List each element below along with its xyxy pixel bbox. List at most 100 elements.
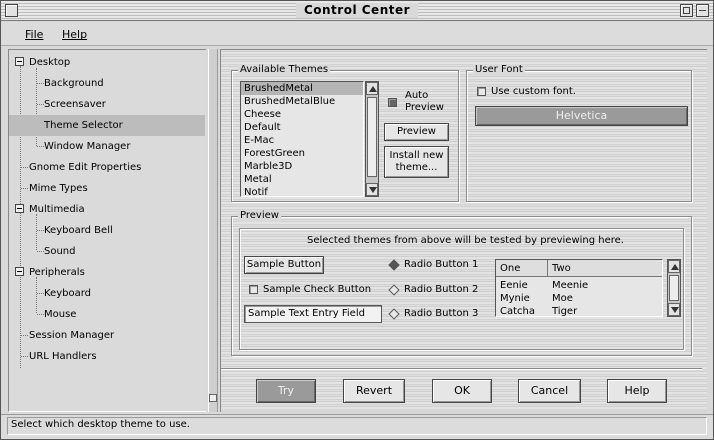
tree-item-mouse[interactable]: Mouse xyxy=(44,304,76,325)
sample-button[interactable]: Sample Button xyxy=(244,256,324,274)
table-cell: Moe xyxy=(552,293,573,304)
tree-connector xyxy=(21,356,28,357)
frame-label: User Font xyxy=(473,64,525,76)
sample-text-entry[interactable]: Sample Text Entry Field xyxy=(244,305,382,323)
tree-connector xyxy=(20,66,21,368)
try-button[interactable]: Try xyxy=(256,379,316,403)
scroll-down-icon[interactable] xyxy=(668,303,680,316)
tree-connector xyxy=(37,314,44,315)
cancel-button[interactable]: Cancel xyxy=(518,379,581,403)
tree-item-sound[interactable]: Sound xyxy=(44,241,76,262)
tree-connector xyxy=(21,188,28,189)
custom-font-checkbox[interactable] xyxy=(477,87,486,96)
tree-item-window-manager[interactable]: Window Manager xyxy=(44,136,130,157)
collapse-icon[interactable] xyxy=(15,57,24,66)
tree-connector xyxy=(37,104,44,105)
tree-item-label: Theme Selector xyxy=(44,120,123,131)
tree-item-peripherals[interactable]: Peripherals xyxy=(29,262,85,283)
menu-file[interactable]: File xyxy=(25,28,43,41)
list-item[interactable]: Marble3D xyxy=(241,160,363,173)
list-item[interactable]: E-Mac xyxy=(241,134,363,147)
tree-connector xyxy=(37,251,44,252)
font-picker-button[interactable]: Helvetica xyxy=(475,106,688,126)
list-item[interactable]: BrushedMetalBlue xyxy=(241,95,363,108)
control-center-window: Control Center File Help Desktop Backgro… xyxy=(0,0,714,440)
scroll-thumb[interactable] xyxy=(669,275,679,301)
column-header[interactable]: One xyxy=(496,260,548,277)
column-header[interactable]: Two xyxy=(548,260,662,277)
radio-3-label: Radio Button 3 xyxy=(404,308,479,319)
auto-preview-checkbox[interactable] xyxy=(388,98,397,107)
menu-bar: File Help xyxy=(1,22,713,46)
table-scrollbar[interactable] xyxy=(667,259,681,317)
tree-connector xyxy=(37,146,44,147)
sample-checkbox[interactable] xyxy=(249,285,258,294)
auto-preview-label-2: Preview xyxy=(405,102,444,113)
window-title: Control Center xyxy=(295,3,419,18)
theme-list-scrollbar[interactable] xyxy=(365,81,379,197)
status-bar: Select which desktop theme to use. xyxy=(1,414,713,439)
menu-help[interactable]: Help xyxy=(62,28,87,41)
tree-item-multimedia[interactable]: Multimedia xyxy=(29,199,85,220)
collapse-icon[interactable] xyxy=(15,267,24,276)
status-text: Select which desktop theme to use. xyxy=(11,419,190,430)
frame-label: Preview xyxy=(238,210,281,222)
table-cell: Eenie xyxy=(500,280,528,291)
tree-connector xyxy=(21,335,28,336)
shade-icon[interactable] xyxy=(696,4,709,17)
collapse-icon[interactable] xyxy=(15,204,24,213)
scroll-up-icon[interactable] xyxy=(366,82,378,95)
radio-2-label: Radio Button 2 xyxy=(404,284,479,295)
tree-item-desktop[interactable]: Desktop xyxy=(29,52,70,73)
tree-item-gnome-edit[interactable]: Gnome Edit Properties xyxy=(29,157,141,178)
frame-label: Available Themes xyxy=(238,64,331,76)
close-icon[interactable] xyxy=(5,4,18,17)
list-item[interactable]: Metal xyxy=(241,173,363,186)
tree-item-screensaver[interactable]: Screensaver xyxy=(44,94,106,115)
table-cell: Catcha xyxy=(500,306,535,317)
radio-1-label: Radio Button 1 xyxy=(404,259,479,270)
preview-button[interactable]: Preview xyxy=(384,123,449,141)
auto-preview-label: Auto xyxy=(405,90,429,101)
list-item[interactable]: Default xyxy=(241,121,363,134)
install-button-line2: theme... xyxy=(395,162,438,173)
list-item[interactable]: ForestGreen xyxy=(241,147,363,160)
scroll-thumb[interactable] xyxy=(367,97,377,177)
tree-connector xyxy=(37,83,44,84)
separator xyxy=(221,368,702,369)
tree-item-background[interactable]: Background xyxy=(44,73,104,94)
tree-item-session-manager[interactable]: Session Manager xyxy=(29,325,114,346)
revert-button[interactable]: Revert xyxy=(343,379,405,403)
category-tree: Desktop Background Screensaver Theme Sel… xyxy=(8,49,206,412)
install-button-line1: Install new xyxy=(389,150,444,161)
table-cell: Mynie xyxy=(500,293,530,304)
install-theme-button[interactable]: Install new theme... xyxy=(384,146,449,178)
title-bar[interactable]: Control Center xyxy=(1,1,713,21)
list-item[interactable]: Cheese xyxy=(241,108,363,121)
ok-button[interactable]: OK xyxy=(432,379,492,403)
pane-splitter[interactable] xyxy=(208,49,218,412)
tree-connector xyxy=(37,230,44,231)
theme-selector-panel: Available Themes BrushedMetal BrushedMet… xyxy=(220,49,707,412)
scroll-down-icon[interactable] xyxy=(366,183,378,196)
table-cell: Meenie xyxy=(552,280,589,291)
table-cell: Tiger xyxy=(552,306,578,317)
sample-check-label: Sample Check Button xyxy=(263,284,372,295)
tree-connector xyxy=(37,293,44,294)
tree-connector xyxy=(21,167,28,168)
tree-item-theme-selector[interactable]: Theme Selector xyxy=(9,115,205,136)
splitter-handle[interactable] xyxy=(209,394,217,402)
custom-font-label: Use custom font. xyxy=(491,86,576,97)
sample-table[interactable]: One Two Eenie Meenie Mynie Moe Catcha Ti… xyxy=(495,259,663,317)
theme-list[interactable]: BrushedMetal BrushedMetalBlue Cheese Def… xyxy=(240,81,364,197)
scroll-up-icon[interactable] xyxy=(668,260,680,273)
preview-description: Selected themes from above will be teste… xyxy=(307,235,624,246)
tree-item-mime-types[interactable]: Mime Types xyxy=(29,178,88,199)
tree-item-keyboard[interactable]: Keyboard xyxy=(44,283,91,304)
zoom-icon[interactable] xyxy=(680,4,693,17)
tree-item-url-handlers[interactable]: URL Handlers xyxy=(29,346,97,367)
tree-item-keyboard-bell[interactable]: Keyboard Bell xyxy=(44,220,113,241)
help-button[interactable]: Help xyxy=(607,379,667,403)
list-item[interactable]: Notif xyxy=(241,186,363,196)
list-item[interactable]: BrushedMetal xyxy=(241,82,363,95)
